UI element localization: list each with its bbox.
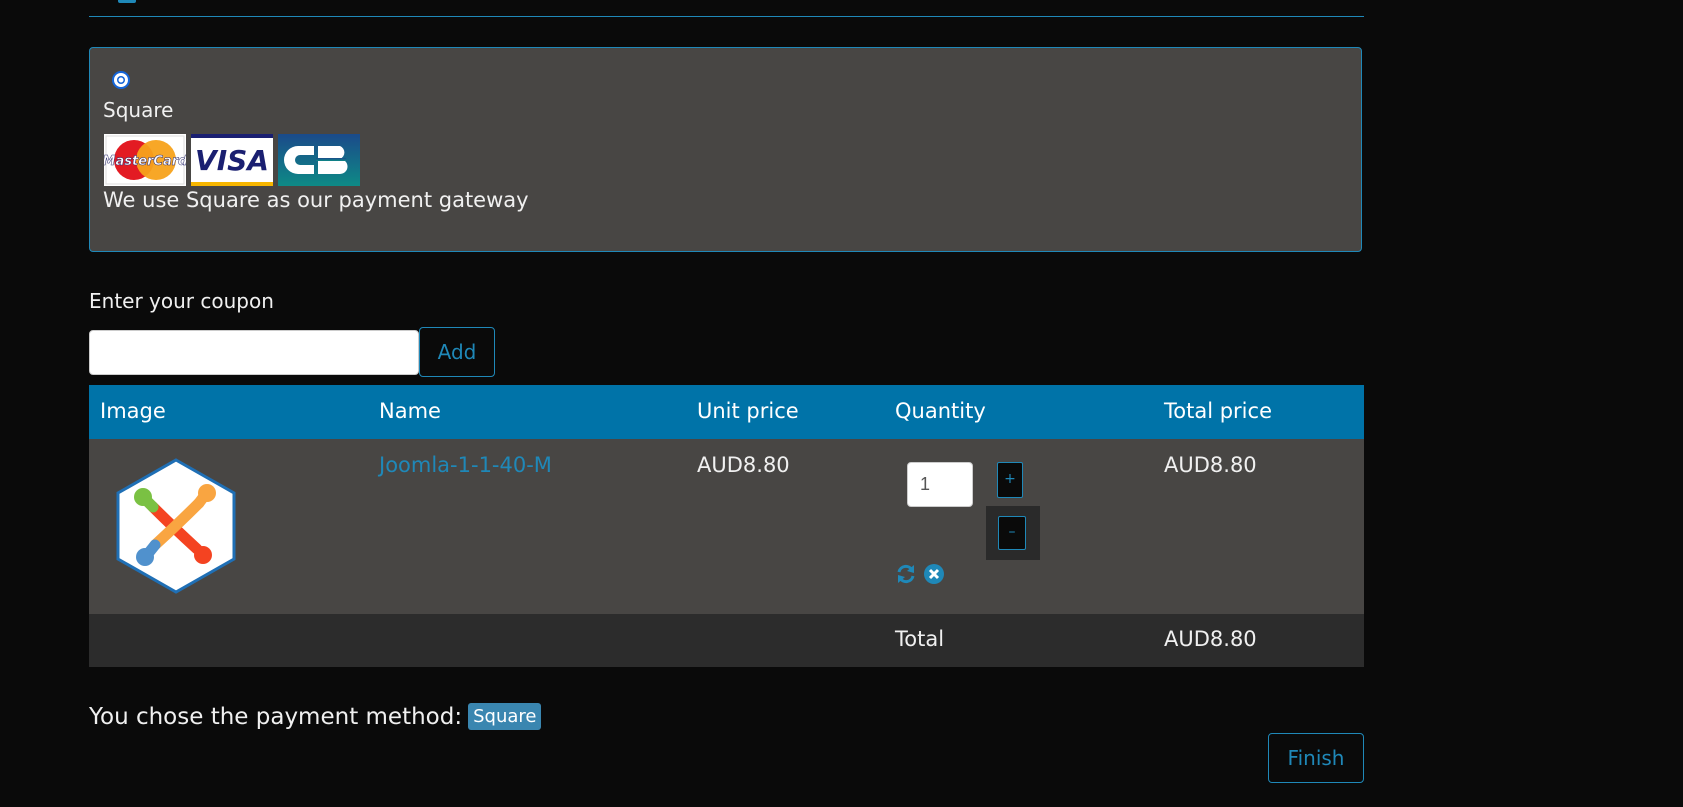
add-coupon-button[interactable]: Add	[419, 327, 495, 377]
header-quantity: Quantity	[895, 399, 986, 423]
header-unit-price: Unit price	[697, 399, 799, 423]
svg-text:VISA: VISA	[195, 144, 269, 177]
quantity-increase-button[interactable]: +	[997, 462, 1023, 498]
table-row: Joomla-1-1-40-M AUD8.80 + – AUD8.80	[89, 439, 1364, 614]
header-image: Image	[100, 399, 166, 423]
quantity-input[interactable]	[907, 462, 973, 507]
quantity-decrease-button[interactable]: –	[998, 516, 1026, 550]
joomla-logo-icon	[116, 458, 236, 594]
mastercard-logo-icon: MasterCard	[104, 134, 186, 186]
total-value: AUD8.80	[1164, 627, 1257, 651]
cart-total-row: Total AUD8.80	[89, 614, 1364, 667]
chosen-payment-summary: You chose the payment method: Square	[89, 703, 542, 730]
section-divider	[89, 16, 1364, 17]
cart-table-header: Image Name Unit price Quantity Total pri…	[89, 385, 1364, 439]
total-label: Total	[895, 627, 945, 651]
header-total-price: Total price	[1164, 399, 1272, 423]
product-link[interactable]: Joomla-1-1-40-M	[379, 453, 552, 477]
row-total-price: AUD8.80	[1164, 453, 1257, 477]
section-title-fragment	[118, 0, 136, 3]
cart-table: Image Name Unit price Quantity Total pri…	[89, 385, 1364, 667]
card-logos: MasterCard VISA	[104, 134, 360, 186]
payment-method-name: Square	[103, 98, 174, 122]
quantity-decrease-wrapper: –	[986, 506, 1040, 560]
unit-price: AUD8.80	[697, 453, 790, 477]
header-name: Name	[379, 399, 441, 423]
finish-button[interactable]: Finish	[1268, 733, 1364, 783]
cb-logo-icon	[278, 134, 360, 186]
payment-method-option[interactable]: Square MasterCard VISA We use Square as …	[89, 47, 1362, 252]
chosen-payment-text: You chose the payment method:	[89, 703, 463, 730]
coupon-input[interactable]	[89, 330, 419, 375]
payment-method-radio[interactable]	[112, 71, 130, 89]
coupon-label: Enter your coupon	[89, 289, 274, 313]
svg-text:MasterCard: MasterCard	[104, 154, 186, 169]
payment-method-description: We use Square as our payment gateway	[103, 188, 529, 212]
product-name[interactable]: Joomla-1-1-40-M	[379, 453, 552, 477]
visa-logo-icon: VISA	[191, 134, 273, 186]
remove-icon[interactable]	[923, 563, 945, 585]
payment-method-badge: Square	[468, 703, 542, 730]
refresh-icon[interactable]	[895, 563, 917, 585]
